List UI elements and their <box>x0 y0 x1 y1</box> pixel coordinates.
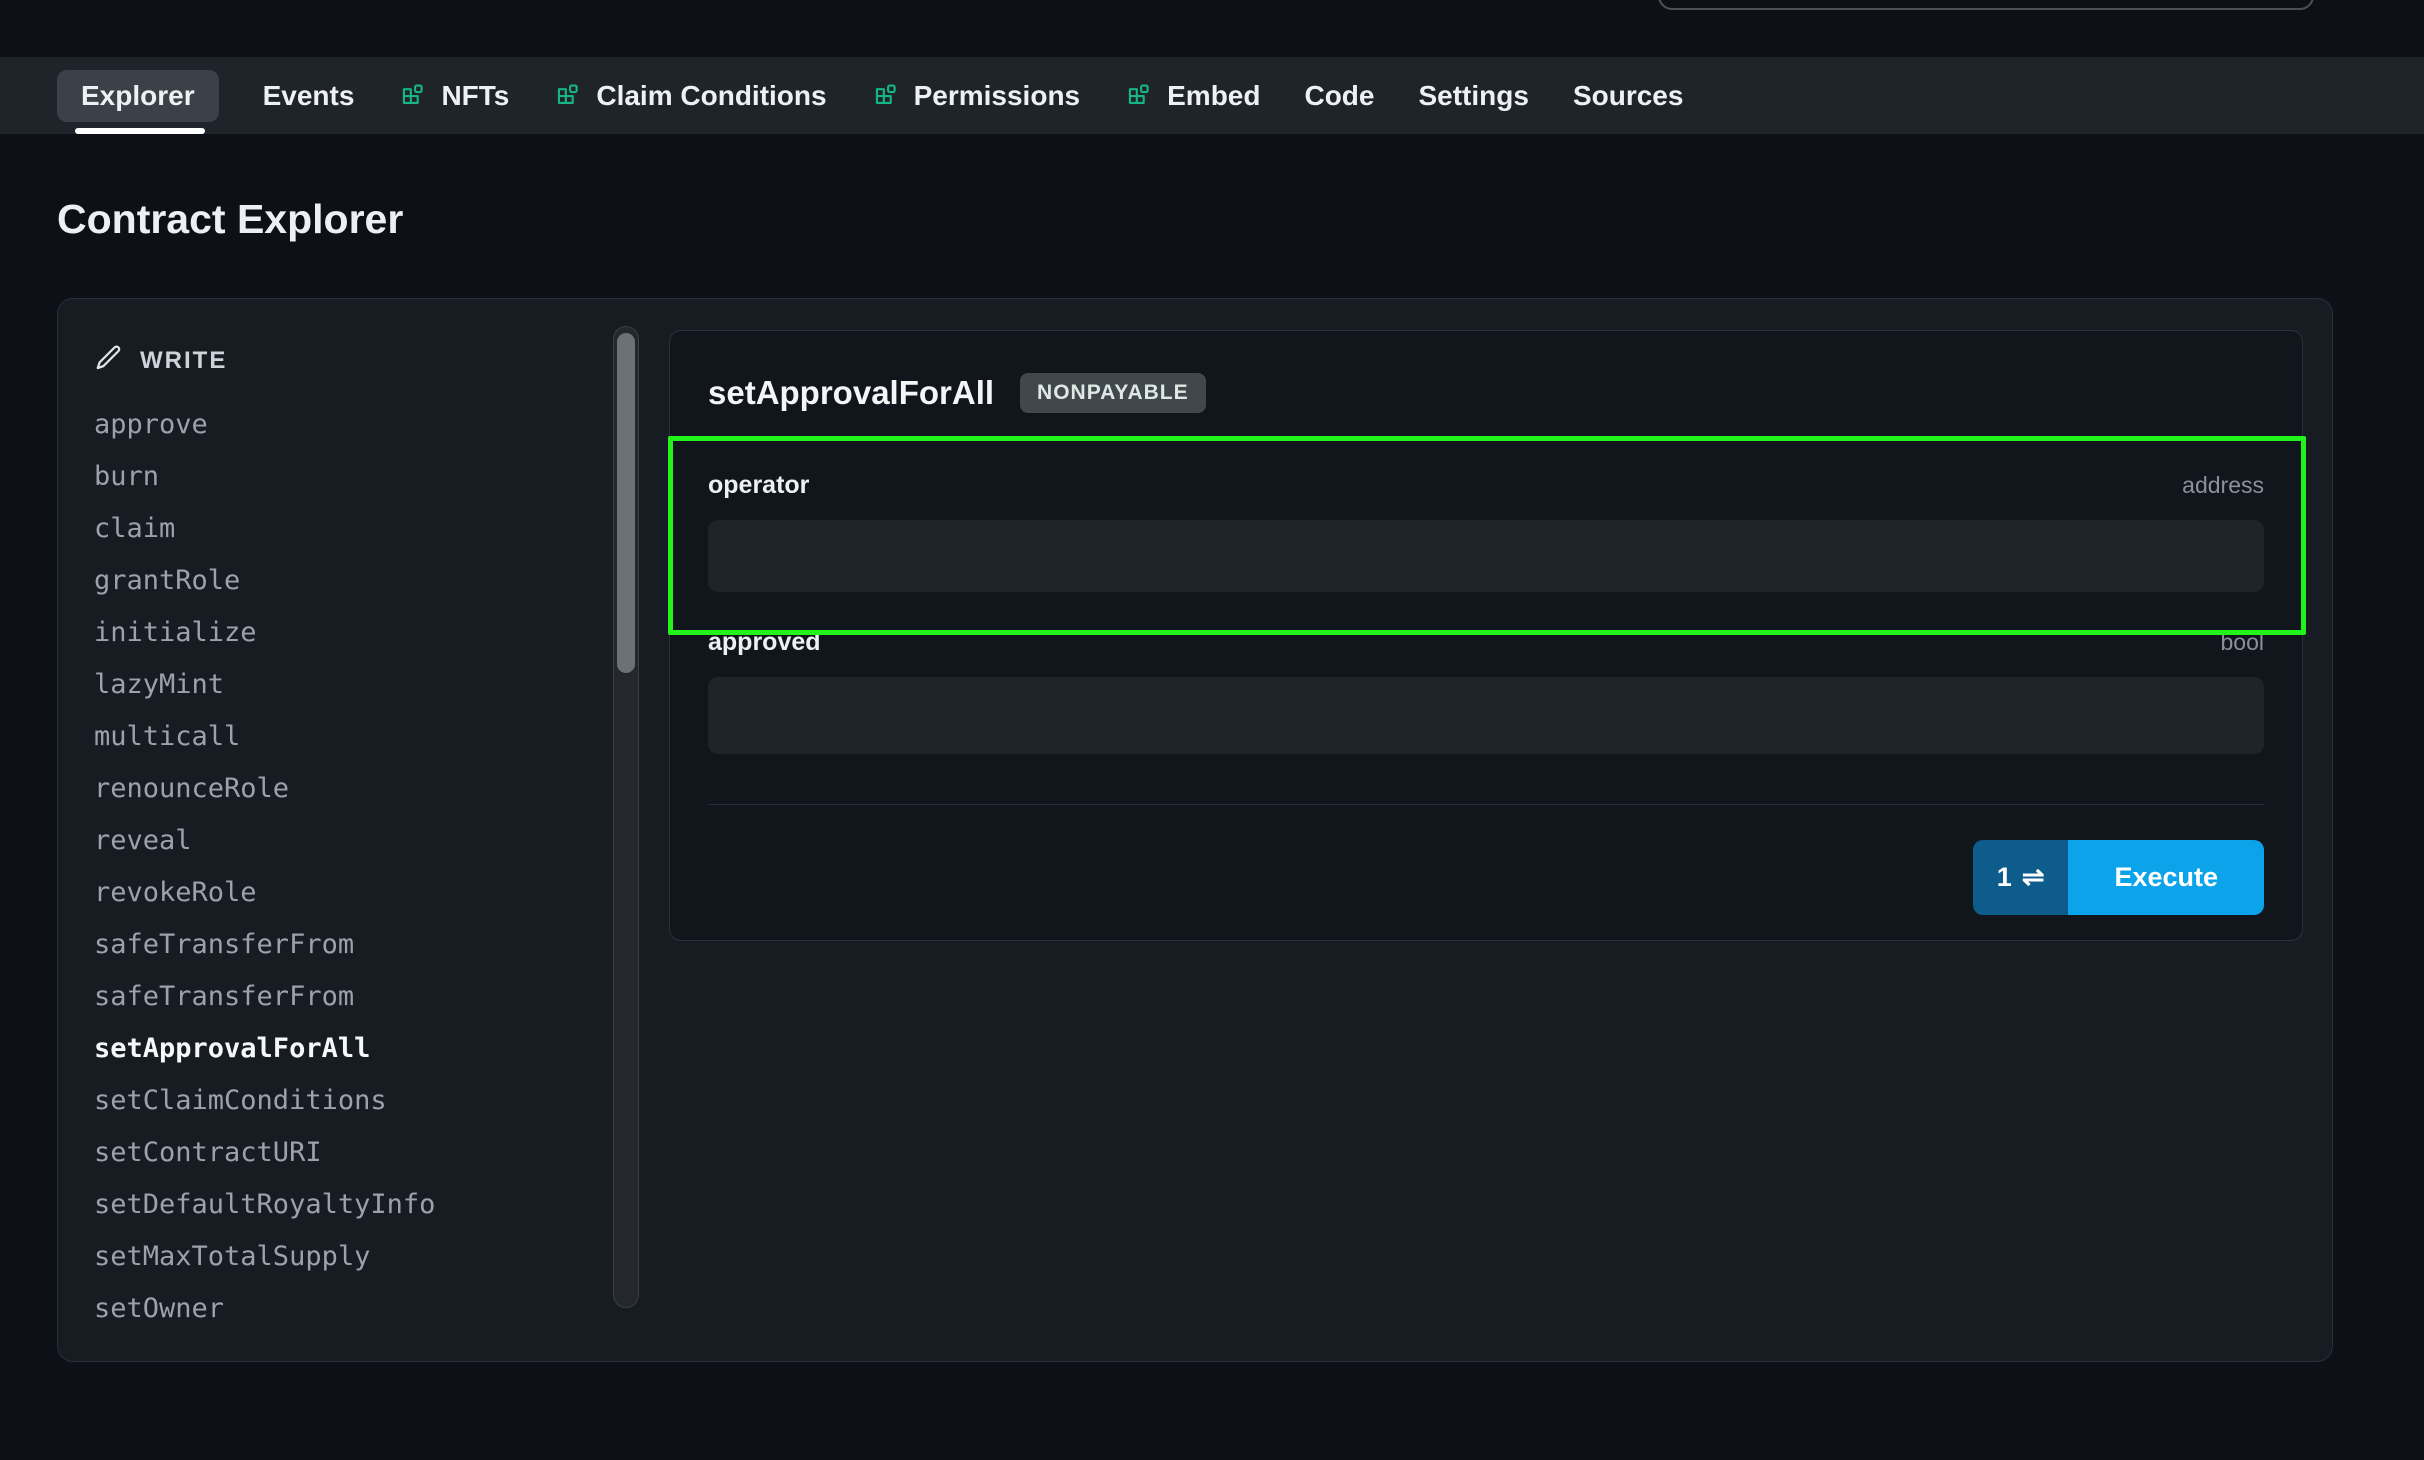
tab-label: Code <box>1304 80 1374 112</box>
tab-label: Sources <box>1573 80 1684 112</box>
write-section-label: WRITE <box>140 347 227 375</box>
tab-embed[interactable]: Embed <box>1124 80 1260 112</box>
function-list: approveburnclaimgrantRoleinitializelazyM… <box>94 399 435 1335</box>
tab-code[interactable]: Code <box>1304 80 1374 112</box>
card-divider <box>708 804 2264 805</box>
tab-label: NFTs <box>441 80 509 112</box>
operator-input[interactable] <box>708 520 2264 592</box>
tab-label: Claim Conditions <box>596 80 826 112</box>
page-title: Contract Explorer <box>57 196 403 243</box>
tab-events[interactable]: Events <box>263 80 355 112</box>
pencil-icon <box>94 343 124 378</box>
feature-enabled-icon <box>1124 81 1154 111</box>
scrollbar-thumb[interactable] <box>617 333 635 673</box>
function-list-item-setOwner[interactable]: setOwner <box>94 1283 435 1335</box>
tab-permissions[interactable]: Permissions <box>871 80 1081 112</box>
function-list-item-safeTransferFrom[interactable]: safeTransferFrom <box>94 971 435 1023</box>
tab-sources[interactable]: Sources <box>1573 80 1684 112</box>
tab-explorer[interactable]: Explorer <box>57 70 219 122</box>
tab-label: Events <box>263 80 355 112</box>
param-label-row-operator: operator address <box>708 471 2264 500</box>
function-list-item-safeTransferFrom[interactable]: safeTransferFrom <box>94 919 435 971</box>
swap-arrows-icon: ⇌ <box>2022 862 2045 893</box>
execute-button-group: 1 ⇌ Execute <box>1973 840 2264 915</box>
param-name: operator <box>708 471 809 500</box>
function-list-item-multicall[interactable]: multicall <box>94 711 435 763</box>
function-list-item-setApprovalForAll[interactable]: setApprovalForAll <box>94 1023 435 1075</box>
function-list-item-setContractURI[interactable]: setContractURI <box>94 1127 435 1179</box>
function-card: setApprovalForAll NONPAYABLE operator ad… <box>669 330 2303 941</box>
param-name: approved <box>708 628 821 657</box>
function-list-scrollbar[interactable] <box>613 326 639 1308</box>
function-title: setApprovalForAll <box>708 374 994 412</box>
tab-label: Settings <box>1418 80 1528 112</box>
function-list-item-claim[interactable]: claim <box>94 503 435 555</box>
tab-label: Explorer <box>81 80 195 112</box>
tab-label: Embed <box>1167 80 1260 112</box>
feature-enabled-icon <box>553 81 583 111</box>
transaction-count: 1 <box>1997 862 2012 893</box>
feature-enabled-icon <box>398 81 428 111</box>
clipped-element-top <box>1658 0 2314 10</box>
transaction-count-button[interactable]: 1 ⇌ <box>1973 840 2069 915</box>
tab-settings[interactable]: Settings <box>1418 80 1528 112</box>
param-type: bool <box>2221 629 2264 656</box>
card-footer: 1 ⇌ Execute <box>708 840 2264 915</box>
function-list-item-approve[interactable]: approve <box>94 399 435 451</box>
contract-explorer-panel: WRITE approveburnclaimgrantRoleinitializ… <box>57 298 2333 1362</box>
function-list-item-revokeRole[interactable]: revokeRole <box>94 867 435 919</box>
param-type: address <box>2182 472 2264 499</box>
execute-button-label: Execute <box>2114 862 2218 893</box>
param-label-row-approved: approved bool <box>708 628 2264 657</box>
function-list-item-grantRole[interactable]: grantRole <box>94 555 435 607</box>
tab-nfts[interactable]: NFTs <box>398 80 509 112</box>
function-card-header: setApprovalForAll NONPAYABLE <box>708 373 2264 413</box>
feature-enabled-icon <box>871 81 901 111</box>
tab-claim-conditions[interactable]: Claim Conditions <box>553 80 826 112</box>
mutability-badge: NONPAYABLE <box>1020 373 1206 413</box>
write-section-header: WRITE <box>94 343 227 378</box>
function-list-item-setClaimConditions[interactable]: setClaimConditions <box>94 1075 435 1127</box>
function-list-item-burn[interactable]: burn <box>94 451 435 503</box>
execute-button[interactable]: Execute <box>2068 840 2264 915</box>
approved-input[interactable] <box>708 677 2264 754</box>
contract-dashboard-page: Explorer Events NFTs Claim Conditions Per… <box>0 0 2424 1460</box>
function-list-item-renounceRole[interactable]: renounceRole <box>94 763 435 815</box>
function-list-item-reveal[interactable]: reveal <box>94 815 435 867</box>
function-list-item-lazyMint[interactable]: lazyMint <box>94 659 435 711</box>
tab-label: Permissions <box>914 80 1081 112</box>
function-list-item-setMaxTotalSupply[interactable]: setMaxTotalSupply <box>94 1231 435 1283</box>
function-list-item-initialize[interactable]: initialize <box>94 607 435 659</box>
function-list-item-setDefaultRoyaltyInfo[interactable]: setDefaultRoyaltyInfo <box>94 1179 435 1231</box>
selected-tab-underline <box>75 128 205 134</box>
tab-bar: Explorer Events NFTs Claim Conditions Per… <box>0 57 2424 134</box>
